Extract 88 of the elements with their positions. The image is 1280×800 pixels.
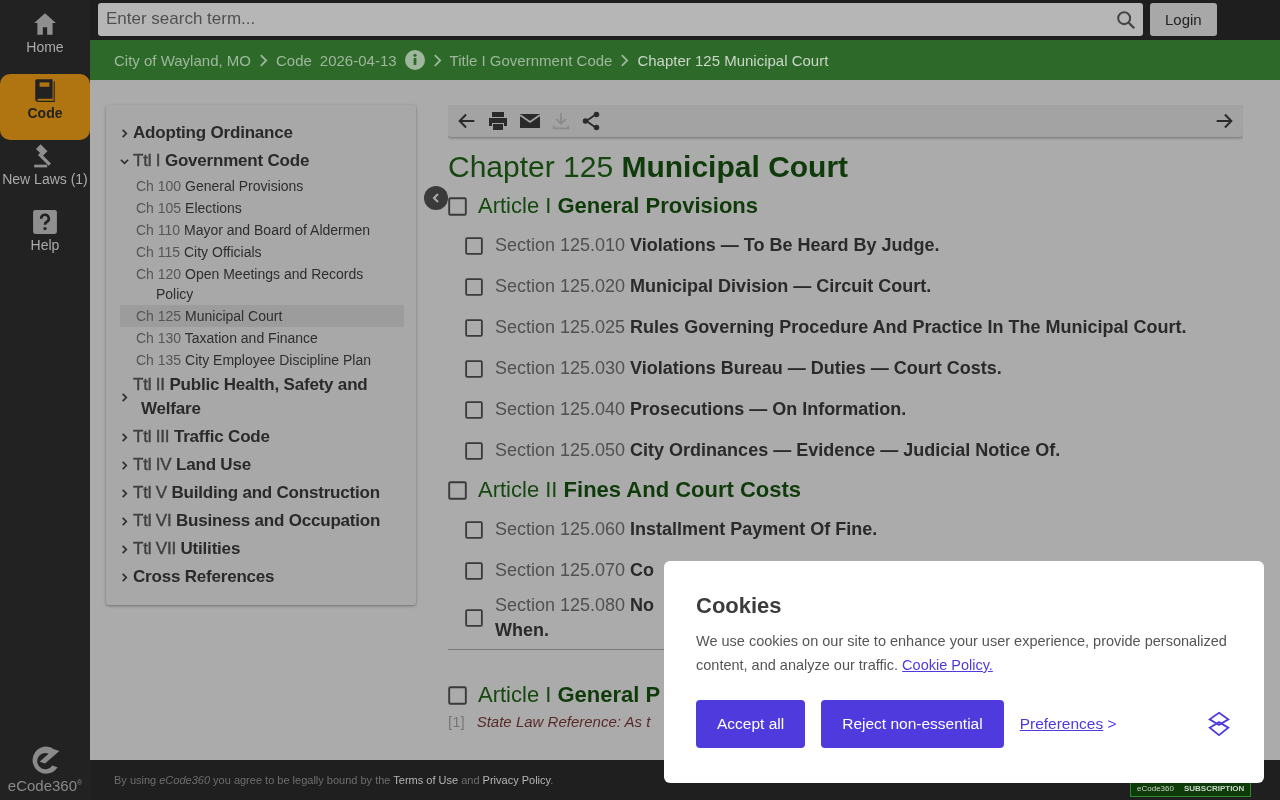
cookie-notice: We use cookies on our site to enhance your user experience, provide personalized content, and analyze our traffic. Cookie Policy.	[696, 632, 1228, 675]
section-link[interactable]: Section 125.060 Installment Payment Of Fine.	[495, 519, 878, 540]
toc-chapter[interactable]: Ch 125 Municipal Court	[120, 305, 404, 327]
terms-link[interactable]: Terms of Use	[393, 774, 459, 786]
checkbox[interactable]	[465, 277, 483, 296]
chevron-right-icon	[120, 516, 129, 526]
cookie-policy-link[interactable]: Cookie Policy.	[902, 657, 993, 673]
chevron-right-icon	[120, 544, 129, 554]
nav-item[interactable]: Home	[0, 8, 90, 74]
toc-title[interactable]: Ttl I Government Code	[120, 147, 404, 175]
toc-chapter[interactable]: Ch 105 Elections	[120, 197, 404, 219]
breadcrumb-link[interactable]: Title I Government Code	[449, 51, 613, 69]
chevron-right-icon	[120, 488, 129, 498]
nav-item[interactable]: New Laws (1)	[0, 140, 90, 206]
breadcrumb-link[interactable]: Code	[276, 51, 312, 69]
arrow-glyph: >	[1107, 715, 1117, 732]
section-link[interactable]: Section 125.030 Violations Bureau — Duties — Court Costs.	[495, 358, 1002, 379]
logo-text: eCode360$^{®}$	[7, 777, 83, 794]
section-link[interactable]: Section 125.025 Rules Governing Procedure And Practice In The Municipal Court.	[495, 317, 1187, 338]
terms-notice: By using eCode360 you agree to be legally bound by the Terms of Use and Privacy Policy.	[114, 774, 554, 786]
login-button[interactable]: Login	[1150, 2, 1217, 36]
toc-title[interactable]: Ttl IV Land Use	[120, 451, 404, 479]
footnote-text: State Law Reference: As t	[476, 714, 651, 730]
dialog-title: Cookies	[696, 593, 783, 619]
chevron-right-icon	[120, 392, 129, 402]
nav-item[interactable]: Help	[0, 206, 90, 272]
print-icon[interactable]	[486, 109, 510, 133]
chapter-title: Chapter 125 Municipal Court	[448, 149, 850, 185]
checkbox[interactable]	[448, 196, 467, 216]
search-icon[interactable]	[1115, 8, 1137, 31]
toc-chapter[interactable]: Ch 100 General Provisions	[120, 175, 404, 197]
layers-icon[interactable]	[1206, 711, 1232, 737]
chevron-right-icon	[120, 432, 129, 442]
toc-chapter[interactable]: Ch 115 City Officials	[120, 241, 404, 263]
section-link[interactable]: Section 125.020 Municipal Division — Circuit Court.	[495, 276, 932, 297]
toc-title[interactable]: Ttl VII Utilities	[120, 535, 404, 563]
checkbox[interactable]	[465, 359, 483, 378]
badge-brand: eCode360	[1137, 784, 1174, 793]
preferences-link[interactable]: Preferences	[1019, 715, 1104, 732]
section-link[interactable]: Section 125.070 Co	[495, 560, 655, 581]
article-link[interactable]: Article I General P	[478, 682, 661, 708]
checkbox[interactable]	[465, 318, 483, 337]
toc-title[interactable]: Ttl III Traffic Code	[120, 423, 404, 451]
accept-button[interactable]: Accept all	[696, 700, 806, 748]
chevron-right-icon	[120, 460, 129, 470]
section-link[interactable]: Section 125.040 Prosecutions — On Information.	[495, 399, 907, 420]
home-icon[interactable]	[32, 11, 58, 37]
toc-chapter[interactable]: Ch 135 City Employee Discipline Plan	[120, 349, 404, 371]
checkbox[interactable]	[448, 685, 467, 705]
chevron-down-icon	[120, 156, 129, 166]
help-icon[interactable]	[32, 209, 58, 235]
nav-item[interactable]: Code	[0, 74, 90, 140]
chevron-right-icon	[120, 128, 129, 138]
toc-title[interactable]: Ttl VI Business and Occupation	[120, 507, 404, 535]
chevron-left-icon	[431, 193, 441, 203]
chevron-right-icon	[120, 572, 129, 582]
toc-chapter[interactable]: Ch 130 Taxation and Finance	[120, 327, 404, 349]
toc-title[interactable]: Adopting Ordinance	[120, 119, 404, 147]
share-icon[interactable]	[580, 110, 602, 132]
toc-chapter[interactable]: Ch 120 Open Meetings and Records Policy	[120, 263, 404, 305]
badge-label: SUBSCRIPTION	[1183, 784, 1245, 793]
section-link[interactable]: Section 125.080 No When.	[495, 593, 655, 643]
chevron-right-icon	[432, 53, 442, 67]
breadcrumb-link[interactable]: City of Wayland, MO	[114, 51, 251, 69]
article-link[interactable]: Article II Fines And Court Costs	[478, 477, 802, 503]
checkbox[interactable]	[465, 561, 483, 580]
current-page-label: Chapter 125 Municipal Court	[637, 51, 829, 69]
checkbox[interactable]	[448, 480, 467, 500]
checkbox[interactable]	[465, 236, 483, 255]
toc-title[interactable]: Ttl II Public Health, Safety and Welfare	[120, 371, 404, 423]
checkbox[interactable]	[465, 400, 483, 419]
chevron-right-icon	[259, 53, 268, 67]
article-link[interactable]: Article I General Provisions	[478, 193, 758, 219]
toc-title[interactable]: Ttl V Building and Construction	[120, 479, 404, 507]
toc-chapter[interactable]: Ch 110 Mayor and Board of Aldermen	[120, 219, 404, 241]
section-link[interactable]: Section 125.050 City Ordinances — Evidence — Judicial Notice Of.	[495, 440, 1061, 461]
toc-title[interactable]: Cross References	[120, 563, 404, 591]
version-date: 2026-04-13	[319, 51, 397, 69]
section-link[interactable]: Section 125.010 Violations — To Be Heard By Judge.	[495, 235, 940, 256]
checkbox[interactable]	[465, 609, 483, 627]
checkbox[interactable]	[465, 520, 483, 539]
search-field[interactable]: Enter search term...	[98, 2, 1143, 36]
chevron-right-icon	[620, 53, 630, 67]
info-icon[interactable]	[404, 50, 425, 70]
book-icon[interactable]	[32, 77, 58, 103]
checkbox[interactable]	[465, 441, 483, 460]
collapse-button[interactable]	[424, 186, 448, 210]
reject-button[interactable]: Reject non-essential	[821, 700, 1004, 748]
